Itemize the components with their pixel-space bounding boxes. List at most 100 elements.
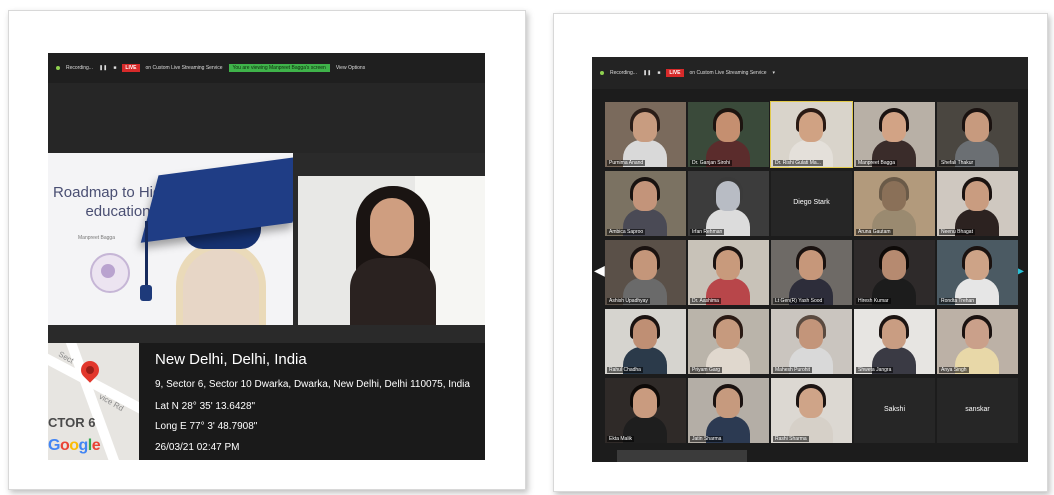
slide-author: Manpreet Bagga (78, 235, 115, 241)
participant-name: Shweta Jangra (856, 367, 894, 373)
zoom-top-bar: Recording... ❚❚ ■ LIVE on Custom Live St… (592, 57, 1028, 89)
participant-tile[interactable]: Ambica Saproo (605, 171, 686, 236)
participant-face (965, 181, 989, 211)
participant-tile[interactable]: Dr. Ganjan Sirohi (688, 102, 769, 167)
participant-tile[interactable]: Neenu Bhagat (937, 171, 1018, 236)
participant-name: Sakshi (883, 406, 905, 413)
participant-tile[interactable]: Sakshi (854, 378, 935, 443)
participant-name: Ekta Malik (607, 436, 635, 442)
stream-label: on Custom Live Streaming Service (689, 70, 767, 76)
chevron-down-icon[interactable]: ▾ (773, 70, 776, 76)
live-badge[interactable]: LIVE (666, 69, 684, 77)
participant-name: Shefali Thakur (939, 160, 976, 166)
speaker-video (298, 176, 485, 325)
bottom-toolbar-strip (617, 450, 747, 462)
zoom-dark-area (48, 83, 485, 153)
participant-face (882, 250, 906, 280)
participant-face (882, 181, 906, 211)
recording-icon (600, 71, 604, 75)
pause-icon[interactable]: ❚❚ (99, 65, 107, 71)
participant-name: Manpreet Bagga (856, 160, 897, 166)
view-options-button[interactable]: View Options (336, 65, 365, 71)
participant-name: Ambica Saproo (607, 229, 646, 235)
participant-tile[interactable]: sanskar (937, 378, 1018, 443)
participant-face (799, 250, 823, 280)
participant-face (633, 319, 657, 349)
participant-face (716, 250, 740, 280)
participant-tile[interactable]: Ekta Malik (605, 378, 686, 443)
participant-tile[interactable]: Rondta Trehan (937, 240, 1018, 305)
participant-name: Aruna Gautam (856, 229, 893, 235)
participant-face (965, 319, 989, 349)
participant-tile[interactable]: Irfan Rehman (688, 171, 769, 236)
recording-icon (56, 66, 60, 70)
participant-tile[interactable]: Mahesh Purohit (771, 309, 852, 374)
presentation-slide: Roadmap to Higher education Manpreet Bag… (48, 153, 293, 325)
participant-face (799, 388, 823, 418)
participant-face (965, 112, 989, 142)
participant-tile[interactable]: Rahul Chadha (605, 309, 686, 374)
speaker-face (370, 198, 414, 256)
map-thumbnail: Sect vice Rd CTOR 6 Google (48, 343, 139, 460)
participant-name: Dr. Aashima (690, 298, 721, 304)
participant-name: Dr. Ganjan Sirohi (690, 160, 733, 166)
participant-name: Jatin Sharma (690, 436, 724, 442)
participant-face (965, 250, 989, 280)
speaker-body (350, 258, 436, 325)
pause-icon[interactable]: ❚❚ (643, 70, 651, 76)
participant-name: Neenu Bhagat (939, 229, 975, 235)
participant-face (716, 181, 740, 211)
participant-tile[interactable]: Dr. Rishi Gulati Ma... (770, 101, 853, 168)
participant-face (716, 112, 740, 142)
stop-icon[interactable]: ■ (657, 70, 660, 76)
cap-tassel (145, 221, 148, 291)
participant-name: Hiresh Kumar (856, 298, 891, 304)
participant-tile[interactable]: Anya Singh (937, 309, 1018, 374)
geo-longitude: Long E 77° 3' 48.7908" (155, 421, 258, 432)
slide-girl-face (183, 249, 259, 325)
participant-face (633, 112, 657, 142)
participant-name: Lt Gen(R) Yash Sood (773, 298, 825, 304)
participant-tile[interactable]: Dr. Aashima (688, 240, 769, 305)
stop-icon[interactable]: ■ (113, 65, 116, 71)
participant-tile[interactable]: Diego Stark (771, 171, 852, 236)
stream-label: on Custom Live Streaming Service (145, 65, 223, 71)
university-seal-icon (90, 253, 130, 293)
previous-page-arrow-icon[interactable]: ◀ (594, 262, 605, 279)
gps-geotag-stamp: Sect vice Rd CTOR 6 Google New Delhi, De… (48, 343, 485, 460)
participant-name: sanskar (965, 406, 990, 413)
participant-gallery-grid: Purnima Anand Dr. Ganjan Sirohi Dr. Rishi … (605, 101, 1019, 447)
participant-tile[interactable]: Rashi Sharma (771, 378, 852, 443)
live-badge[interactable]: LIVE (122, 64, 140, 72)
participant-face (633, 250, 657, 280)
participant-tile[interactable]: Shweta Jangra (854, 309, 935, 374)
participant-tile[interactable]: Shefali Thakur (937, 102, 1018, 167)
participant-tile[interactable]: Priyam Garg (688, 309, 769, 374)
participant-tile[interactable]: Manpreet Bagga (854, 102, 935, 167)
recording-label: Recording... (66, 65, 93, 71)
participant-tile[interactable]: Aruna Gautam (854, 171, 935, 236)
participant-name: Priyam Garg (690, 367, 723, 373)
participant-name: Anya Singh (939, 367, 969, 373)
participant-face (633, 388, 657, 418)
participant-tile[interactable]: Ashish Upadhyay (605, 240, 686, 305)
map-sector-label: CTOR 6 (48, 415, 96, 430)
geo-latitude: Lat N 28° 35' 13.6428" (155, 401, 256, 412)
zoom-screen-share-photo: Recording... ❚❚ ■ LIVE on Custom Live St… (48, 53, 485, 460)
geo-timestamp: 26/03/21 02:47 PM (155, 442, 240, 453)
participant-tile[interactable]: Hiresh Kumar (854, 240, 935, 305)
participant-tile[interactable]: Purnima Anand (605, 102, 686, 167)
participant-name: Purnima Anand (607, 160, 646, 166)
participant-name: Ashish Upadhyay (607, 298, 650, 304)
participant-name: Diego Stark (793, 199, 830, 206)
participant-tile[interactable]: Lt Gen(R) Yash Sood (771, 240, 852, 305)
google-logo: Google (48, 437, 101, 454)
participant-face (799, 319, 823, 349)
viewing-screen-pill: You are viewing Manpreet Bagga's screen (228, 64, 330, 72)
zoom-gallery-view-photo: Recording... ❚❚ ■ LIVE on Custom Live St… (592, 57, 1028, 462)
cap-tassel-end (140, 285, 152, 301)
geo-city: New Delhi, Delhi, India (155, 351, 307, 368)
participant-face (882, 319, 906, 349)
participant-tile[interactable]: Jatin Sharma (688, 378, 769, 443)
participant-name: Mahesh Purohit (773, 367, 813, 373)
